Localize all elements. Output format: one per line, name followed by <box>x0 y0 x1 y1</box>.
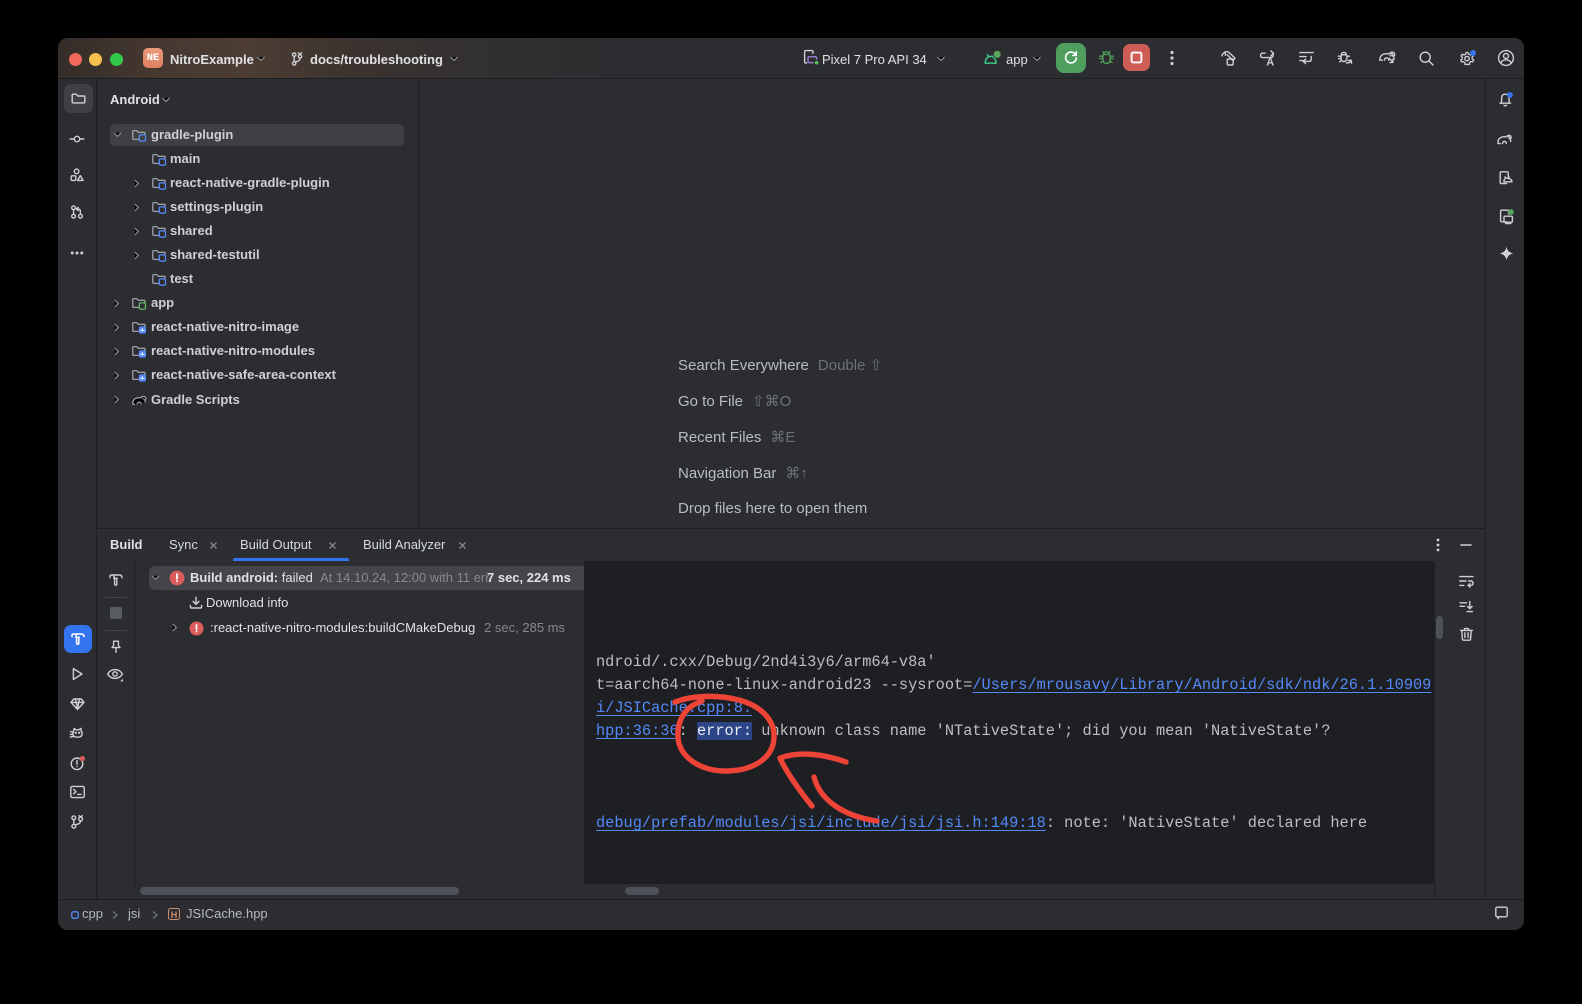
svg-text:A: A <box>1266 56 1274 67</box>
